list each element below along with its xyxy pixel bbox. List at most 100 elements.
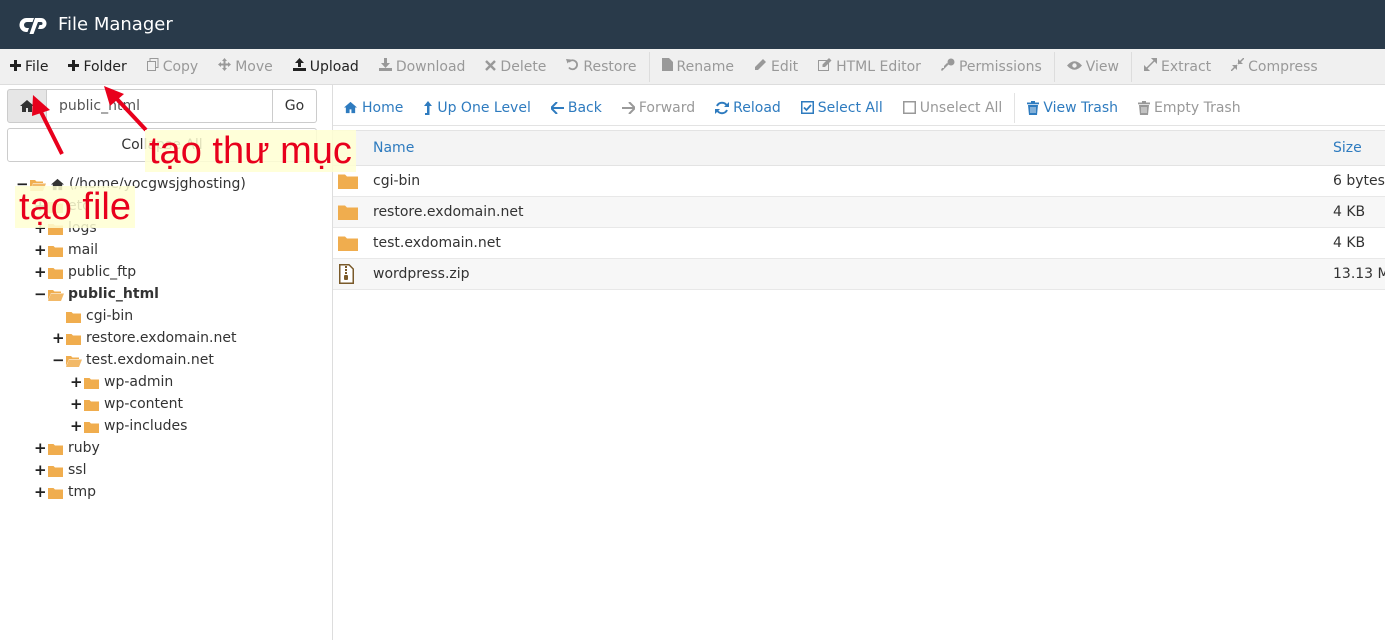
toolbar-button-label: Move <box>235 58 273 75</box>
tree-item-label: restore.exdomain.net <box>86 330 237 346</box>
toolbar-edit-button[interactable]: Edit <box>744 49 808 85</box>
nav-up-one-level-button[interactable]: Up One Level <box>413 100 541 116</box>
tree-item-ruby[interactable]: + ruby <box>34 437 100 459</box>
nav-unselect-all-button[interactable]: Unselect All <box>893 100 1013 116</box>
expand-icon <box>1143 57 1158 75</box>
toolbar-delete-button[interactable]: Delete <box>475 49 556 85</box>
folder-icon <box>338 173 358 189</box>
toolbar-view-button[interactable]: View <box>1057 49 1129 85</box>
plus-icon <box>10 59 21 75</box>
copy-icon <box>146 58 159 75</box>
folder-open-icon <box>48 289 64 301</box>
cpanel-logo-icon[interactable] <box>18 14 48 36</box>
column-header-size[interactable]: Size <box>1333 140 1362 156</box>
upload-icon <box>292 58 306 75</box>
collapse-icon[interactable]: − <box>52 351 65 369</box>
toolbar-extract-button[interactable]: Extract <box>1134 49 1221 85</box>
toolbar-rename-button[interactable]: Rename <box>652 49 744 85</box>
toolbar-upload-button[interactable]: Upload <box>283 49 369 85</box>
expand-icon[interactable]: + <box>34 439 47 457</box>
file-name[interactable]: restore.exdomain.net <box>373 204 523 220</box>
nav-view-trash-button[interactable]: View Trash <box>1017 100 1128 116</box>
toolbar-button-label: File <box>25 58 49 75</box>
tree-item-label: wp-includes <box>104 418 188 434</box>
expand-icon[interactable]: + <box>34 263 47 281</box>
tree-item-label: public_html <box>68 286 159 302</box>
nav-home-button[interactable]: Home <box>333 100 413 116</box>
column-header-name[interactable]: Name <box>373 140 414 156</box>
tree-item-label: mail <box>68 242 98 258</box>
download-icon <box>378 58 392 75</box>
tree-item-public-html[interactable]: − public_html <box>34 283 159 305</box>
toolbar-button-label: Permissions <box>958 58 1042 75</box>
table-row[interactable]: test.exdomain.net 4 KB <box>333 228 1385 259</box>
nav-button-label: View Trash <box>1043 99 1118 116</box>
file-name[interactable]: cgi-bin <box>373 173 420 189</box>
folder-icon <box>338 235 358 251</box>
tree-item-restore-exdomain-net[interactable]: + restore.exdomain.net <box>52 327 236 349</box>
toolbar-button-label: Rename <box>676 58 734 75</box>
file-name[interactable]: test.exdomain.net <box>373 235 501 251</box>
nav-select-all-button[interactable]: Select All <box>791 100 893 116</box>
eye-icon <box>1066 59 1082 75</box>
toolbar-copy-button[interactable]: Copy <box>137 49 209 85</box>
folder-icon <box>48 487 64 499</box>
nav-button-label: Forward <box>638 99 696 116</box>
toolbar-html-editor-button[interactable]: HTML Editor <box>808 49 931 85</box>
tree-item-cgi-bin[interactable]: cgi-bin <box>52 305 133 327</box>
collapse-icon[interactable]: − <box>34 285 47 303</box>
expand-icon[interactable]: + <box>34 483 47 501</box>
tree-item-label: ssl <box>68 462 87 478</box>
app-header: File Manager <box>0 0 1385 49</box>
tree-item-mail[interactable]: + mail <box>34 239 98 261</box>
home-icon <box>20 100 34 112</box>
nav-forward-button[interactable]: Forward <box>612 100 705 116</box>
nav-reload-button[interactable]: Reload <box>705 100 791 116</box>
tree-item-wp-content[interactable]: + wp-content <box>70 393 183 415</box>
toolbar-restore-button[interactable]: Restore <box>556 49 646 85</box>
file-table-header: Name Size <box>333 130 1385 166</box>
tree-item-tmp[interactable]: + tmp <box>34 481 96 503</box>
nav-button-label: Empty Trash <box>1154 99 1241 116</box>
nav-button-label: Select All <box>817 99 883 116</box>
table-row[interactable]: wordpress.zip 13.13 M <box>333 259 1385 290</box>
tree-item-wp-includes[interactable]: + wp-includes <box>70 415 187 437</box>
toolbar-move-button[interactable]: Move <box>208 49 283 85</box>
nav-button-label: Up One Level <box>437 99 531 116</box>
toolbar-button-label: Compress <box>1248 58 1318 75</box>
tree-item-test-exdomain-net[interactable]: − test.exdomain.net <box>52 349 214 371</box>
toolbar-folder-button[interactable]: Folder <box>58 49 136 85</box>
expand-icon[interactable]: + <box>70 395 83 413</box>
tree-item-ssl[interactable]: + ssl <box>34 459 86 481</box>
table-row[interactable]: restore.exdomain.net 4 KB <box>333 197 1385 228</box>
table-row[interactable]: cgi-bin 6 bytes <box>333 166 1385 197</box>
toolbar-file-button[interactable]: File <box>0 49 58 85</box>
toolbar-button-label: Extract <box>1160 58 1212 75</box>
home-directory-button[interactable] <box>7 89 47 123</box>
tree-item-label: cgi-bin <box>86 308 134 324</box>
toolbar-button-label: View <box>1085 58 1119 75</box>
pencil-icon <box>754 58 767 75</box>
expand-icon[interactable]: + <box>52 329 65 347</box>
toolbar-permissions-button[interactable]: Permissions <box>931 49 1052 85</box>
nav-empty-trash-button[interactable]: Empty Trash <box>1128 100 1251 116</box>
expand-icon[interactable]: + <box>34 241 47 259</box>
folder-icon <box>66 333 82 345</box>
tree-item-label: test.exdomain.net <box>86 352 214 368</box>
expand-icon[interactable]: + <box>70 417 83 435</box>
tree-item-label: wp-admin <box>104 374 174 390</box>
tree-item-public-ftp[interactable]: + public_ftp <box>34 261 136 283</box>
toolbar-download-button[interactable]: Download <box>369 49 476 85</box>
toolbar-button-label: Edit <box>770 58 799 75</box>
expand-icon[interactable]: + <box>34 461 47 479</box>
path-input[interactable] <box>47 89 273 123</box>
file-name[interactable]: wordpress.zip <box>373 266 470 282</box>
toolbar-button-label: Copy <box>162 58 199 75</box>
tree-item-wp-admin[interactable]: + wp-admin <box>70 371 173 393</box>
expand-icon[interactable]: + <box>70 373 83 391</box>
toolbar-compress-button[interactable]: Compress <box>1221 49 1328 85</box>
nav-back-button[interactable]: Back <box>541 100 612 116</box>
go-button[interactable]: Go <box>273 89 317 123</box>
path-bar: Go <box>7 89 317 123</box>
folder-open-icon <box>66 355 82 367</box>
